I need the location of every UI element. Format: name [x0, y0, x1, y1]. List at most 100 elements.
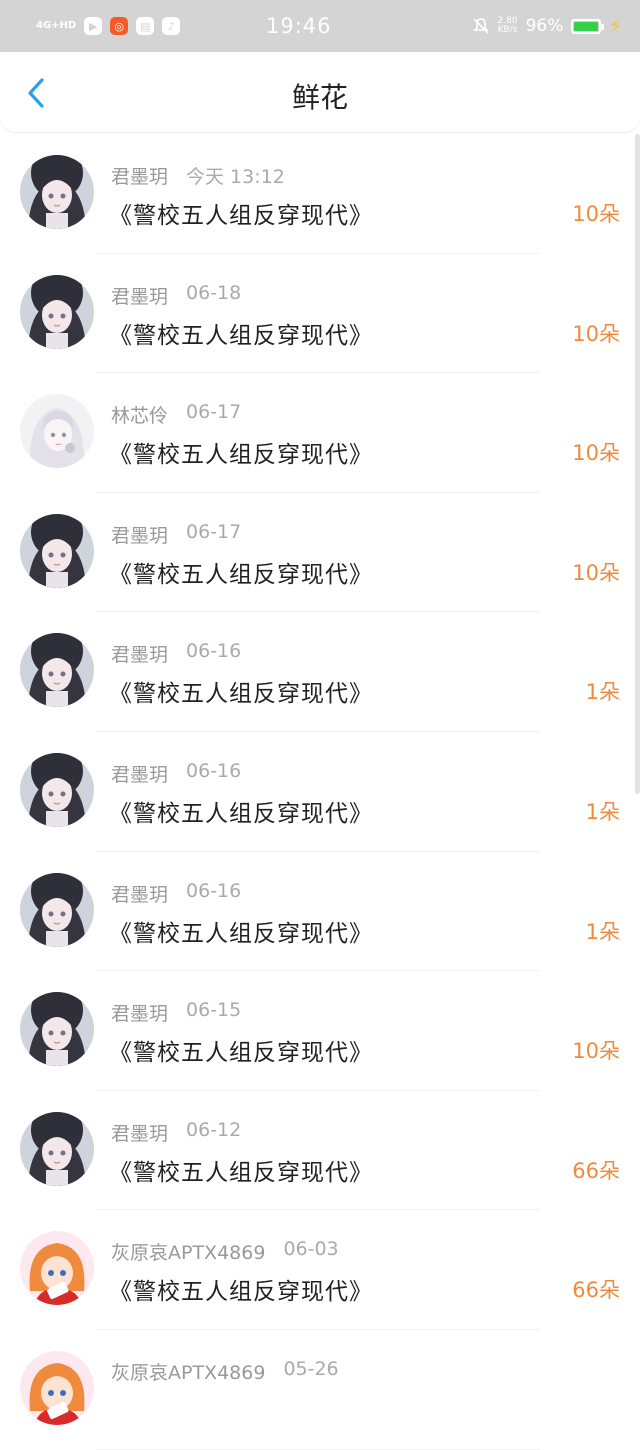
- list-item[interactable]: 林芯伶 06-17 《警校五人组反穿现代》 10朵: [0, 373, 640, 493]
- record-date: 06-18: [186, 281, 242, 304]
- book-title[interactable]: 《警校五人组反穿现代》: [109, 196, 373, 230]
- dark-hair-avatar-image: [20, 633, 94, 708]
- network-speed: 2.80 KB/s: [498, 17, 518, 35]
- record-date: 06-03: [283, 1238, 339, 1261]
- mute-bell-icon: [472, 18, 489, 34]
- user-name[interactable]: 君墨玥: [111, 162, 168, 189]
- avatar[interactable]: [20, 872, 94, 947]
- user-name[interactable]: 君墨玥: [111, 760, 168, 787]
- record-date: 06-12: [186, 1118, 242, 1141]
- charging-icon: ⚡: [609, 15, 622, 37]
- video-app-icon: ▶: [84, 17, 103, 35]
- user-name[interactable]: 君墨玥: [111, 1119, 168, 1146]
- avatar[interactable]: [20, 752, 94, 827]
- user-name[interactable]: 君墨玥: [111, 999, 168, 1026]
- user-name[interactable]: 灰原哀APTX4869: [111, 1238, 265, 1265]
- orange-hair-avatar-image: [20, 1231, 94, 1306]
- flower-count: 10朵: [572, 1039, 620, 1064]
- book-title[interactable]: 《警校五人组反穿现代》: [109, 1033, 373, 1067]
- network-indicator: 4G+HD: [36, 20, 77, 31]
- list-item[interactable]: 君墨玥 06-18 《警校五人组反穿现代》 10朵: [0, 254, 640, 374]
- dark-hair-avatar-image: [20, 752, 94, 827]
- list-item[interactable]: 君墨玥 06-16 《警校五人组反穿现代》 1朵: [0, 732, 640, 852]
- user-name[interactable]: 灰原哀APTX4869: [111, 1358, 265, 1385]
- record-date: 06-16: [186, 640, 242, 663]
- record-date: 06-16: [186, 759, 242, 782]
- record-meta: 君墨玥 06-16: [111, 760, 241, 787]
- dark-hair-avatar-image: [20, 513, 94, 588]
- record-meta: 林芯伶 06-17: [111, 401, 241, 428]
- page-title: 鲜花: [291, 81, 348, 114]
- record-date: 06-15: [186, 999, 242, 1022]
- user-name[interactable]: 君墨玥: [111, 880, 168, 907]
- avatar[interactable]: [20, 274, 94, 349]
- avatar[interactable]: [20, 1111, 94, 1186]
- user-name[interactable]: 君墨玥: [111, 521, 168, 548]
- flower-record-list: 君墨玥 今天 13:12 《警校五人组反穿现代》 10朵 君墨玥 06-18 《…: [0, 134, 640, 1450]
- orange-app-icon: ◎: [110, 17, 129, 35]
- orange-hair-avatar-image: [20, 1350, 94, 1425]
- dark-hair-avatar-image: [20, 155, 94, 229]
- book-title[interactable]: 《警校五人组反穿现代》: [109, 674, 373, 708]
- list-item[interactable]: 君墨玥 06-16 《警校五人组反穿现代》 1朵: [0, 852, 640, 972]
- list-item[interactable]: 君墨玥 今天 13:12 《警校五人组反穿现代》 10朵: [0, 134, 640, 254]
- list-item[interactable]: 君墨玥 06-17 《警校五人组反穿现代》 10朵: [0, 493, 640, 613]
- list-item[interactable]: 君墨玥 06-15 《警校五人组反穿现代》 10朵: [0, 971, 640, 1091]
- user-name[interactable]: 君墨玥: [111, 282, 168, 309]
- avatar[interactable]: [20, 633, 94, 708]
- record-meta: 君墨玥 06-17: [111, 521, 241, 548]
- record-date: 06-17: [186, 401, 242, 424]
- book-title[interactable]: 《警校五人组反穿现代》: [109, 555, 373, 589]
- flower-count: 10朵: [572, 321, 620, 346]
- flower-count: 1朵: [585, 799, 620, 824]
- list-item[interactable]: 灰原哀APTX4869 06-03 《警校五人组反穿现代》 66朵: [0, 1210, 640, 1330]
- book-title[interactable]: 《警校五人组反穿现代》: [109, 435, 373, 469]
- battery-icon: [571, 18, 605, 34]
- avatar[interactable]: [20, 1350, 94, 1425]
- list-item[interactable]: 君墨玥 06-12 《警校五人组反穿现代》 66朵: [0, 1091, 640, 1211]
- record-meta: 君墨玥 今天 13:12: [111, 162, 285, 189]
- app-header: 鲜花: [0, 52, 640, 132]
- record-meta: 君墨玥 06-18: [111, 282, 241, 309]
- flower-count: 66朵: [572, 1278, 620, 1303]
- book-title[interactable]: 《警校五人组反穿现代》: [109, 1272, 373, 1306]
- record-meta: 君墨玥 06-12: [111, 1119, 241, 1146]
- record-date: 06-16: [186, 879, 242, 902]
- book-title[interactable]: 《警校五人组反穿现代》: [109, 316, 373, 350]
- book-title[interactable]: 《警校五人组反穿现代》: [109, 914, 373, 948]
- dark-hair-avatar-image: [20, 274, 94, 349]
- record-date: 今天 13:12: [186, 166, 285, 188]
- avatar[interactable]: [20, 992, 94, 1067]
- book-title[interactable]: 《警校五人组反穿现代》: [109, 1153, 373, 1187]
- silver-hair-avatar-image: [20, 394, 94, 469]
- record-meta: 君墨玥 06-16: [111, 880, 241, 907]
- avatar[interactable]: [20, 1231, 94, 1306]
- avatar[interactable]: [20, 394, 94, 469]
- flower-count: 10朵: [572, 560, 620, 585]
- record-date: 06-17: [186, 520, 242, 543]
- speed-unit: KB/s: [497, 25, 518, 35]
- record-date: 05-26: [283, 1357, 339, 1380]
- flower-count: 10朵: [572, 441, 620, 466]
- battery-percent: 96%: [525, 16, 564, 36]
- tiktok-icon: ♪: [162, 17, 181, 35]
- divider: [96, 1448, 540, 1450]
- flower-count: 1朵: [585, 680, 620, 705]
- status-right: 2.80 KB/s 96% ⚡: [472, 16, 622, 37]
- dark-hair-avatar-image: [20, 1111, 94, 1186]
- record-meta: 君墨玥 06-16: [111, 640, 241, 667]
- scrollbar[interactable]: [635, 134, 640, 794]
- list-item[interactable]: 君墨玥 06-16 《警校五人组反穿现代》 1朵: [0, 612, 640, 732]
- avatar[interactable]: [20, 155, 94, 229]
- flower-count: 66朵: [572, 1158, 620, 1183]
- book-app-icon: ▤: [136, 17, 155, 35]
- list-item[interactable]: 灰原哀APTX4869 05-26: [0, 1330, 640, 1450]
- flower-count: 1朵: [585, 919, 620, 944]
- flower-count: 10朵: [572, 202, 620, 226]
- user-name[interactable]: 林芯伶: [111, 401, 168, 428]
- user-name[interactable]: 君墨玥: [111, 640, 168, 667]
- avatar[interactable]: [20, 513, 94, 588]
- record-meta: 君墨玥 06-15: [111, 999, 241, 1026]
- status-left: 4G+HD ▶ ◎ ▤ ♪: [36, 17, 266, 35]
- book-title[interactable]: 《警校五人组反穿现代》: [109, 794, 373, 828]
